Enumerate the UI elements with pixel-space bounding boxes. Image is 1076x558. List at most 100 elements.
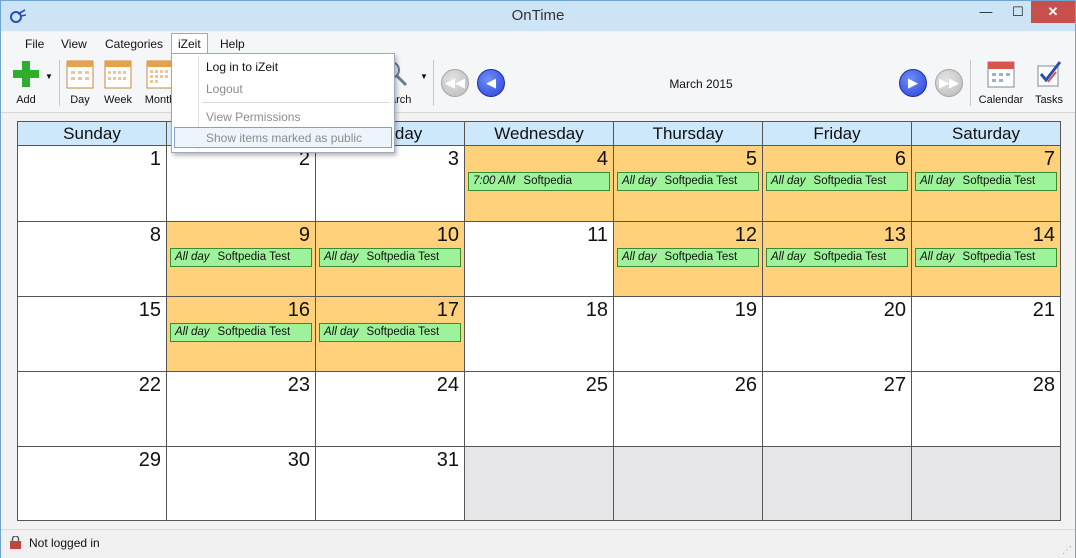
day-cell[interactable]: 28 <box>912 372 1061 447</box>
menu-izeit[interactable]: iZeit <box>171 33 208 55</box>
day-number: 21 <box>1032 299 1055 321</box>
day-cell[interactable]: 10 All day Softpedia Test <box>316 222 465 297</box>
day-number: 15 <box>138 299 161 321</box>
resize-grip-icon[interactable]: ⋰ <box>1062 545 1072 556</box>
first-page-icon[interactable]: ◀◀ <box>441 69 469 97</box>
day-cell[interactable]: 14 All day Softpedia Test <box>912 222 1061 297</box>
calendar-event[interactable]: 7:00 AM Softpedia <box>468 172 610 191</box>
day-number: 20 <box>883 299 906 321</box>
calendar-event[interactable]: All day Softpedia Test <box>170 323 312 342</box>
day-cell[interactable]: 1 <box>18 146 167 222</box>
day-number: 22 <box>138 374 161 396</box>
calendar-event[interactable]: All day Softpedia Test <box>766 172 908 191</box>
calendar-day-icon <box>66 60 94 89</box>
day-cell[interactable]: 31 <box>316 447 465 521</box>
day-number: 9 <box>298 224 310 246</box>
previous-icon[interactable]: ◀ <box>477 69 505 97</box>
day-number: 31 <box>436 449 459 471</box>
menu-help[interactable]: Help <box>218 35 247 53</box>
menu-view[interactable]: View <box>59 35 89 53</box>
calendar-event[interactable]: All day Softpedia Test <box>617 172 759 191</box>
status-lock-icon <box>10 536 21 549</box>
status-bar: Not logged in ⋰ <box>1 529 1075 558</box>
add-dropdown-arrow-icon[interactable]: ▼ <box>45 72 53 81</box>
calendar-event[interactable]: All day Softpedia Test <box>766 248 908 267</box>
day-cell[interactable]: 26 <box>614 372 763 447</box>
day-cell[interactable] <box>614 447 763 521</box>
day-cell[interactable]: 3 <box>316 146 465 222</box>
event-time: All day <box>175 251 210 263</box>
calendar-event[interactable]: All day Softpedia Test <box>170 248 312 267</box>
event-title: Softpedia Test <box>664 175 738 187</box>
event-title: Softpedia Test <box>217 251 291 263</box>
event-time: All day <box>771 175 806 187</box>
day-cell[interactable]: 30 <box>167 447 316 521</box>
maximize-button[interactable]: ☐ <box>1001 1 1035 23</box>
day-cell[interactable]: 29 <box>18 447 167 521</box>
add-button[interactable]: Add <box>11 58 41 106</box>
day-cell[interactable]: 17 All day Softpedia Test <box>316 297 465 372</box>
tasks-label: Tasks <box>1034 94 1064 106</box>
calendar-event[interactable]: All day Softpedia Test <box>915 248 1057 267</box>
day-cell[interactable]: 18 <box>465 297 614 372</box>
week-view-button[interactable]: Week <box>103 58 133 106</box>
weekday-header: Wednesday <box>465 122 614 146</box>
day-cell[interactable] <box>763 447 912 521</box>
search-dropdown-arrow-icon[interactable]: ▼ <box>420 72 428 81</box>
weekday-header: Thursday <box>614 122 763 146</box>
day-cell[interactable]: 16 All day Softpedia Test <box>167 297 316 372</box>
day-cell[interactable]: 22 <box>18 372 167 447</box>
menu-categories[interactable]: Categories <box>103 35 165 53</box>
last-page-icon[interactable]: ▶▶ <box>935 69 963 97</box>
day-cell[interactable]: 8 <box>18 222 167 297</box>
event-title: Softpedia <box>523 175 573 187</box>
tasks-button[interactable]: Tasks <box>1034 58 1064 106</box>
day-number: 24 <box>436 374 459 396</box>
login-menu-item[interactable]: Log in to iZeit <box>206 60 278 74</box>
event-title: Softpedia Test <box>813 175 887 187</box>
app-window: OnTime — ☐ ✕ File View Categories iZeit … <box>0 0 1076 558</box>
day-cell[interactable]: 24 <box>316 372 465 447</box>
day-cell[interactable]: 25 <box>465 372 614 447</box>
day-cell[interactable]: 15 <box>18 297 167 372</box>
menu-file[interactable]: File <box>23 35 46 53</box>
calendar-event[interactable]: All day Softpedia Test <box>617 248 759 267</box>
calendar-label: Calendar <box>978 94 1024 106</box>
day-number: 5 <box>745 148 757 170</box>
calendar-button[interactable]: Calendar <box>979 58 1023 106</box>
logout-menu-item[interactable]: Logout <box>206 82 243 96</box>
day-cell[interactable]: 23 <box>167 372 316 447</box>
day-cell[interactable]: 2 <box>167 146 316 222</box>
show-public-items-menu-item[interactable]: Show items marked as public <box>206 131 362 145</box>
view-permissions-menu-item[interactable]: View Permissions <box>206 110 300 124</box>
calendar-event[interactable]: All day Softpedia Test <box>319 248 461 267</box>
window-title: OnTime <box>511 7 565 24</box>
next-icon[interactable]: ▶ <box>899 69 927 97</box>
day-number: 16 <box>287 299 310 321</box>
day-number: 25 <box>585 374 608 396</box>
event-time: All day <box>324 251 359 263</box>
day-cell[interactable]: 13 All day Softpedia Test <box>763 222 912 297</box>
day-cell[interactable]: 12 All day Softpedia Test <box>614 222 763 297</box>
event-time: 7:00 AM <box>473 175 516 187</box>
day-cell[interactable]: 11 <box>465 222 614 297</box>
minimize-button[interactable]: — <box>969 1 1003 23</box>
day-cell[interactable]: 20 <box>763 297 912 372</box>
day-number: 28 <box>1032 374 1055 396</box>
day-number: 12 <box>734 224 757 246</box>
day-cell[interactable]: 19 <box>614 297 763 372</box>
day-cell[interactable] <box>465 447 614 521</box>
close-button[interactable]: ✕ <box>1031 1 1075 23</box>
day-view-button[interactable]: Day <box>65 58 95 106</box>
tasks-checklist-icon <box>1037 61 1062 87</box>
calendar-event[interactable]: All day Softpedia Test <box>319 323 461 342</box>
day-cell[interactable]: 6 All day Softpedia Test <box>763 146 912 222</box>
day-cell[interactable]: 27 <box>763 372 912 447</box>
day-cell[interactable] <box>912 447 1061 521</box>
day-cell[interactable]: 4 7:00 AM Softpedia <box>465 146 614 222</box>
day-cell[interactable]: 5 All day Softpedia Test <box>614 146 763 222</box>
calendar-event[interactable]: All day Softpedia Test <box>915 172 1057 191</box>
day-cell[interactable]: 21 <box>912 297 1061 372</box>
day-cell[interactable]: 7 All day Softpedia Test <box>912 146 1061 222</box>
day-cell[interactable]: 9 All day Softpedia Test <box>167 222 316 297</box>
